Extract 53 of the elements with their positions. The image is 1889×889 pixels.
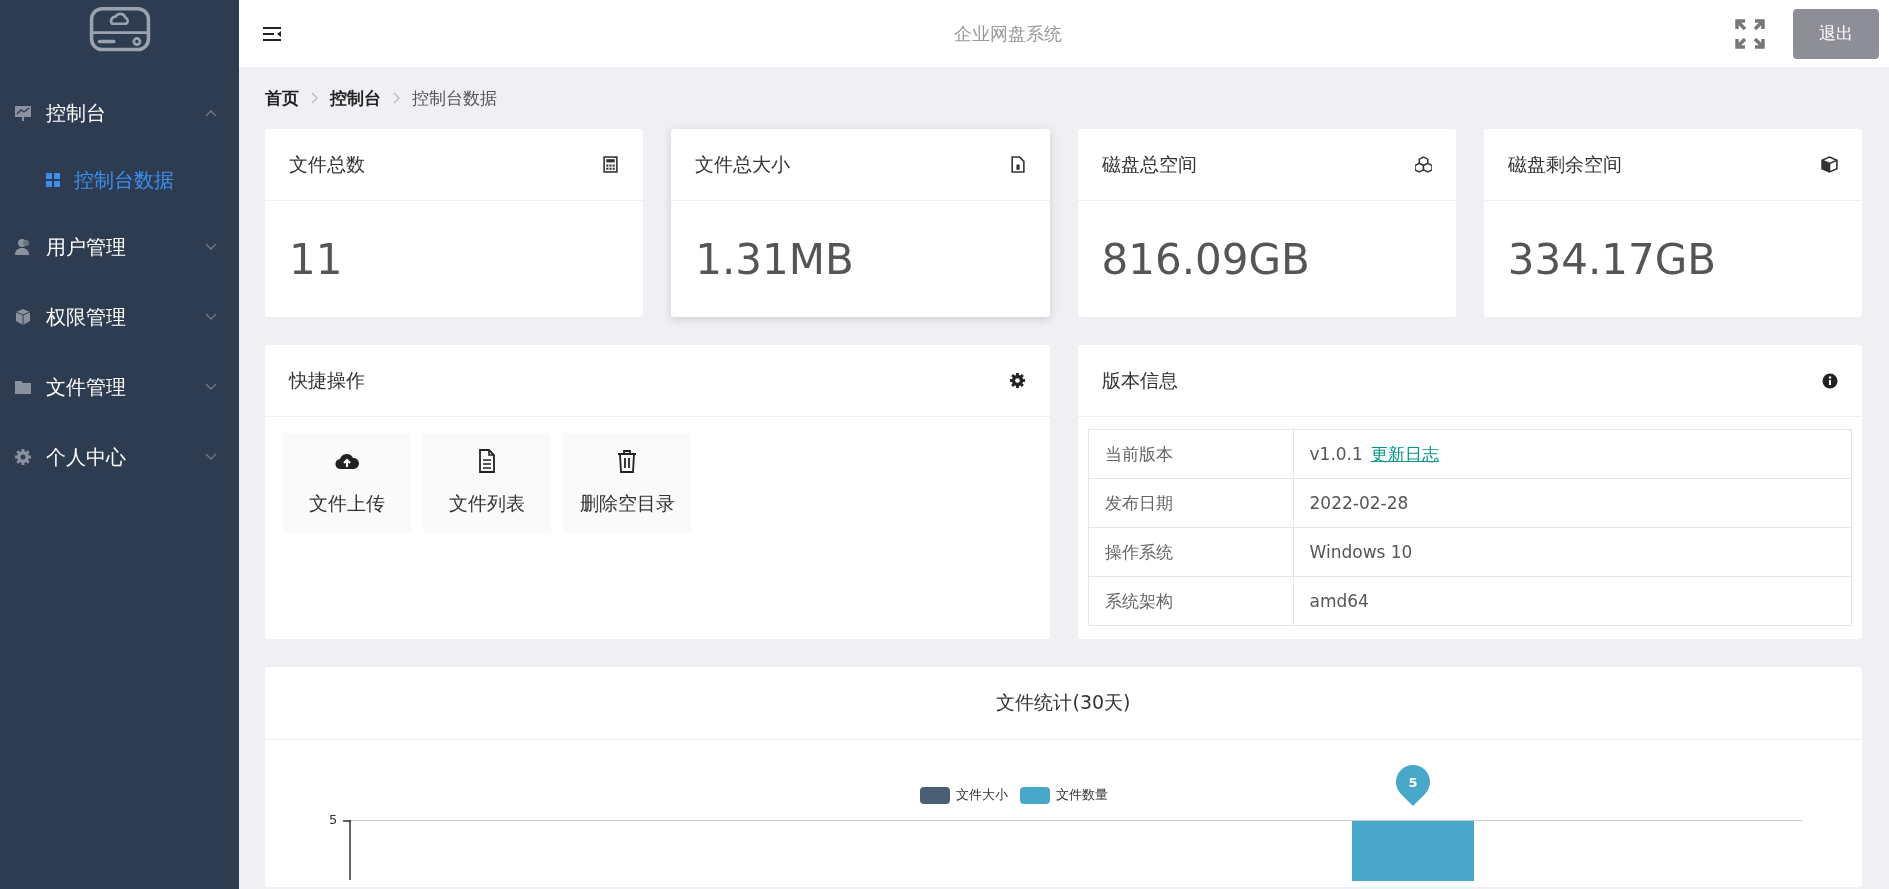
version-value: 2022-02-28 [1309,493,1409,513]
cube-icon [14,308,32,326]
legend-label: 文件数量 [1055,786,1108,804]
quick-action-button[interactable]: 删除空目录 [563,433,691,533]
breadcrumb-item[interactable]: 控制台 [330,86,381,110]
card-title: 快捷操作 [289,367,365,393]
cloud-drive-icon [87,6,152,54]
legend-label: 文件大小 [955,786,1008,804]
users-icon [14,238,32,256]
version-value: v1.0.1 [1309,443,1363,464]
app-title: 企业网盘系统 [953,21,1063,46]
table-cell: 发布日期 [1088,478,1293,528]
changelog-link[interactable]: 更新日志 [1370,443,1439,464]
document-icon [1008,156,1026,173]
stat-value: 11 [289,234,343,284]
stat-value: 334.17GB [1507,234,1717,284]
quick-action-button[interactable]: 文件列表 [423,433,551,533]
calculator-icon [602,156,620,173]
card-title: 磁盘总空间 [1101,151,1197,177]
card-title: 文件总大小 [695,151,791,177]
stat-value: 1.31MB [695,234,854,284]
trash-icon [615,449,639,473]
nav-item[interactable]: 个人中心 [0,422,239,492]
stat-value: 816.09GB [1101,234,1310,284]
y-axis-line [343,820,352,880]
table-cell: 系统架构 [1088,576,1293,626]
cube-icon [1821,156,1838,173]
chevron-right-icon [311,92,318,104]
card-title: 文件总数 [289,151,365,177]
table-cell: 当前版本 [1088,429,1293,479]
quick-action-button[interactable]: 文件上传 [283,433,411,533]
breadcrumb-item: 控制台数据 [412,86,497,110]
chart-title: 文件统计(30天) [996,690,1131,715]
folder-icon [14,378,32,396]
card-title: 版本信息 [1101,367,1178,393]
nav-item[interactable]: 文件管理 [0,352,239,422]
chevron-right-icon [393,92,400,104]
nav-item[interactable]: 控制台 [0,78,239,148]
version-value: Windows 10 [1309,542,1413,562]
expand-icon [1735,18,1765,49]
nav-item[interactable]: 权限管理 [0,282,239,352]
gear-icon [14,448,32,466]
info-icon [1822,372,1838,389]
breadcrumb-item[interactable]: 首页 [265,86,299,110]
monitor-icon [14,104,32,122]
version-value: amd64 [1309,591,1369,611]
axis-tick-label: 5 [329,812,338,827]
grid-icon [46,173,60,187]
nav-item[interactable]: 用户管理 [0,212,239,282]
table-cell: 操作系统 [1088,527,1293,577]
settings-icon [1008,372,1026,389]
menu-icon [263,26,281,41]
card-title: 磁盘剩余空间 [1507,151,1622,177]
